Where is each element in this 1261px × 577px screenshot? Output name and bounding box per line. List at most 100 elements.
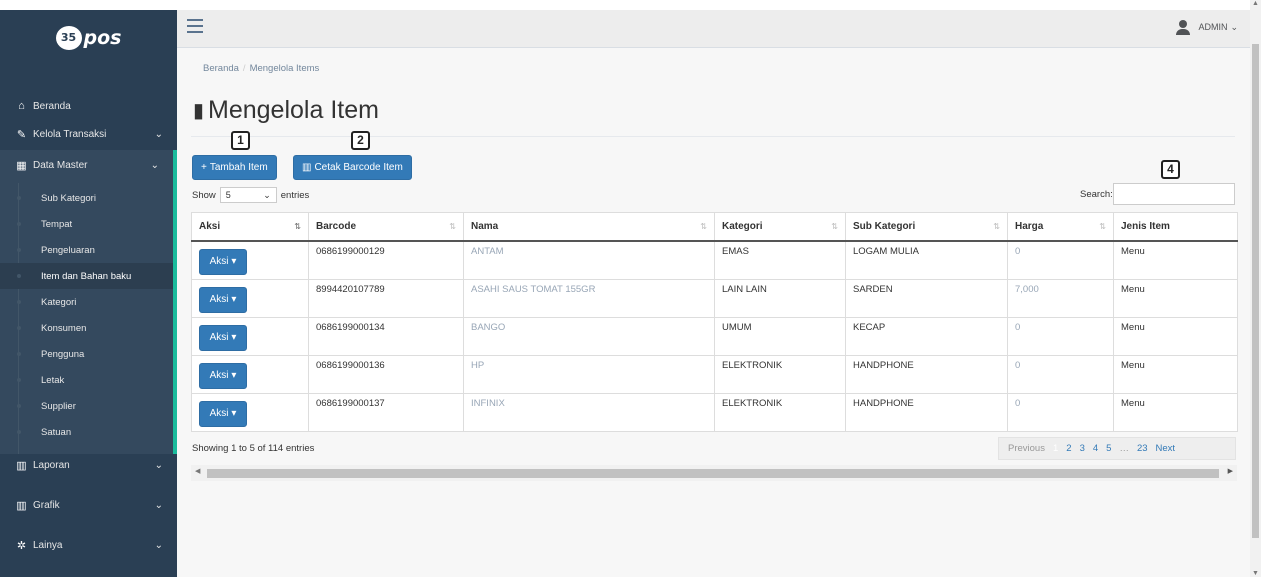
pagination-ellipsis: … <box>1119 443 1129 454</box>
column-header-barcode[interactable]: Barcode ⇅ <box>308 212 464 242</box>
aksi-dropdown-button[interactable]: Aksi ▾ <box>199 324 247 351</box>
sidebar-subitem[interactable]: Konsumen <box>0 315 173 341</box>
sidebar-subitem[interactable]: Pengeluaran <box>0 237 173 263</box>
print-barcode-button[interactable]: ▥ Cetak Barcode Item <box>293 155 412 180</box>
cell-jenis-item: Menu <box>1113 240 1238 280</box>
bullet-icon <box>17 248 21 252</box>
sidebar-item-data-master[interactable]: ▦ Data Master ⌄ <box>0 151 173 179</box>
add-item-button[interactable]: + Tambah Item <box>192 155 277 180</box>
cell-nama: INFINIX <box>463 392 715 432</box>
cell-kategori: ELEKTRONIK <box>714 392 846 432</box>
caret-down-icon: ▾ <box>231 255 237 267</box>
column-header-harga[interactable]: Harga ⇅ <box>1007 212 1114 242</box>
scroll-right-icon[interactable]: ▶ <box>1228 467 1233 475</box>
sidebar-subitem[interactable]: Tempat <box>0 211 173 237</box>
pagination-next[interactable]: Next <box>1156 443 1176 454</box>
pagination-page[interactable]: 3 <box>1080 443 1085 454</box>
sort-icon: ⇅ <box>831 222 838 231</box>
sidebar-item-label: Data Master <box>33 159 88 171</box>
cell-sub-kategori: KECAP <box>845 316 1008 356</box>
sidebar-item-beranda[interactable]: ⌂ Beranda <box>0 92 177 120</box>
header-label: Aksi <box>199 220 221 232</box>
sidebar-item-lainya[interactable]: ✲ Lainya ⌄ <box>0 531 177 559</box>
sidebar-subitem-active[interactable]: Item dan Bahan baku <box>0 263 173 289</box>
column-header-jenis-item[interactable]: Jenis Item <box>1113 212 1238 242</box>
sort-icon: ⇅ <box>1099 222 1106 231</box>
sort-icon: ⇅ <box>993 222 1000 231</box>
entries-select[interactable]: 5 ⌄ <box>219 187 277 203</box>
sidebar-item-label: Kelola Transaksi <box>33 128 107 140</box>
sidebar-subitem[interactable]: Satuan <box>0 419 173 445</box>
aksi-label: Aksi <box>209 407 229 419</box>
horizontal-scrollbar[interactable]: ◀ ▶ <box>191 465 1237 481</box>
logo[interactable]: 35 pos <box>0 10 177 65</box>
cell-harga: 0 <box>1007 240 1114 280</box>
column-header-aksi[interactable]: Aksi ⇅ <box>191 212 309 242</box>
chevron-down-icon: ⌄ <box>154 459 163 471</box>
pagination-page[interactable]: 4 <box>1093 443 1098 454</box>
aksi-dropdown-button[interactable]: Aksi ▾ <box>199 362 247 389</box>
breadcrumb-home[interactable]: Beranda <box>203 63 239 74</box>
column-header-nama[interactable]: Nama ⇅ <box>463 212 715 242</box>
home-icon: ⌂ <box>18 100 25 112</box>
sidebar-subitem-label: Supplier <box>41 400 76 412</box>
sidebar-item-grafik[interactable]: ▥ Grafik ⌄ <box>0 491 177 519</box>
divider <box>191 136 1235 137</box>
scroll-up-icon[interactable]: ▲ <box>1252 0 1259 7</box>
vertical-scrollbar[interactable]: ▲ ▼ <box>1250 0 1261 577</box>
sidebar-item-laporan[interactable]: ▥ Laporan ⌄ <box>0 451 177 479</box>
cell-aksi: Aksi ▾ <box>191 240 309 280</box>
caret-down-icon: ▾ <box>231 407 237 419</box>
column-header-sub-kategori[interactable]: Sub Kategori ⇅ <box>845 212 1008 242</box>
sidebar-subitem-label: Kategori <box>41 296 77 308</box>
cell-kategori: LAIN LAIN <box>714 278 846 318</box>
pagination-page[interactable]: 23 <box>1137 443 1148 454</box>
sidebar-subitem[interactable]: Supplier <box>0 393 173 419</box>
search-input[interactable] <box>1113 183 1235 205</box>
header-label: Harga <box>1015 220 1044 232</box>
sidebar-subitem-label: Tempat <box>41 218 73 230</box>
pagination-previous[interactable]: Previous <box>1008 443 1045 454</box>
page-title-text: Mengelola Item <box>208 96 379 124</box>
cell-sub-kategori: HANDPHONE <box>845 392 1008 432</box>
user-menu[interactable]: ADMIN ⌄ <box>1176 20 1238 35</box>
cell-harga: 7,000 <box>1007 278 1114 318</box>
cell-sub-kategori: SARDEN <box>845 278 1008 318</box>
top-navbar: ADMIN ⌄ <box>177 10 1250 48</box>
aksi-dropdown-button[interactable]: Aksi ▾ <box>199 286 247 313</box>
table-row: Aksi ▾ 0686199000129 ANTAM EMAS LOGAM MULIA 0… <box>191 240 1238 280</box>
pagination-page-current[interactable]: 1 <box>1053 443 1058 454</box>
header-label: Barcode <box>316 220 357 232</box>
caret-down-icon: ▾ <box>231 293 237 305</box>
cell-barcode: 8994420107789 <box>308 278 464 318</box>
sidebar-subitem[interactable]: Letak <box>0 367 173 393</box>
sidebar-subitem[interactable]: Sub Kategori <box>0 185 173 211</box>
pagination-page[interactable]: 5 <box>1106 443 1111 454</box>
sidebar-item-kelola-transaksi[interactable]: ✎ Kelola Transaksi ⌄ <box>0 120 177 148</box>
menu-toggle-icon[interactable] <box>187 19 203 33</box>
scrollbar-thumb[interactable] <box>1252 44 1259 538</box>
cell-harga: 0 <box>1007 354 1114 394</box>
cell-jenis-item: Menu <box>1113 316 1238 356</box>
scroll-down-icon[interactable]: ▼ <box>1252 570 1259 577</box>
cell-barcode: 0686199000134 <box>308 316 464 356</box>
aksi-dropdown-button[interactable]: Aksi ▾ <box>199 400 247 427</box>
cell-kategori: EMAS <box>714 240 846 280</box>
sidebar-subitem[interactable]: Pengguna <box>0 341 173 367</box>
header-label: Jenis Item <box>1121 220 1170 232</box>
cell-jenis-item: Menu <box>1113 392 1238 432</box>
column-header-kategori[interactable]: Kategori ⇅ <box>714 212 846 242</box>
annotation-marker-1: 1 <box>231 131 250 150</box>
sort-icon: ⇅ <box>294 222 301 231</box>
table-row: Aksi ▾ 0686199000136 HP ELEKTRONIK HANDPHONE… <box>191 354 1238 394</box>
sidebar-subitem[interactable]: Kategori <box>0 289 173 315</box>
breadcrumb: Beranda / Mengelola Items <box>203 63 319 74</box>
aksi-dropdown-button[interactable]: Aksi ▾ <box>199 248 247 275</box>
scrollbar-thumb[interactable] <box>207 469 1219 478</box>
scroll-left-icon[interactable]: ◀ <box>195 467 200 475</box>
entries-label: entries <box>280 189 310 201</box>
pagination-page[interactable]: 2 <box>1066 443 1071 454</box>
sidebar-item-label: Lainya <box>33 539 63 551</box>
header-label: Kategori <box>722 220 763 232</box>
sidebar-subitem-label: Letak <box>41 374 65 386</box>
